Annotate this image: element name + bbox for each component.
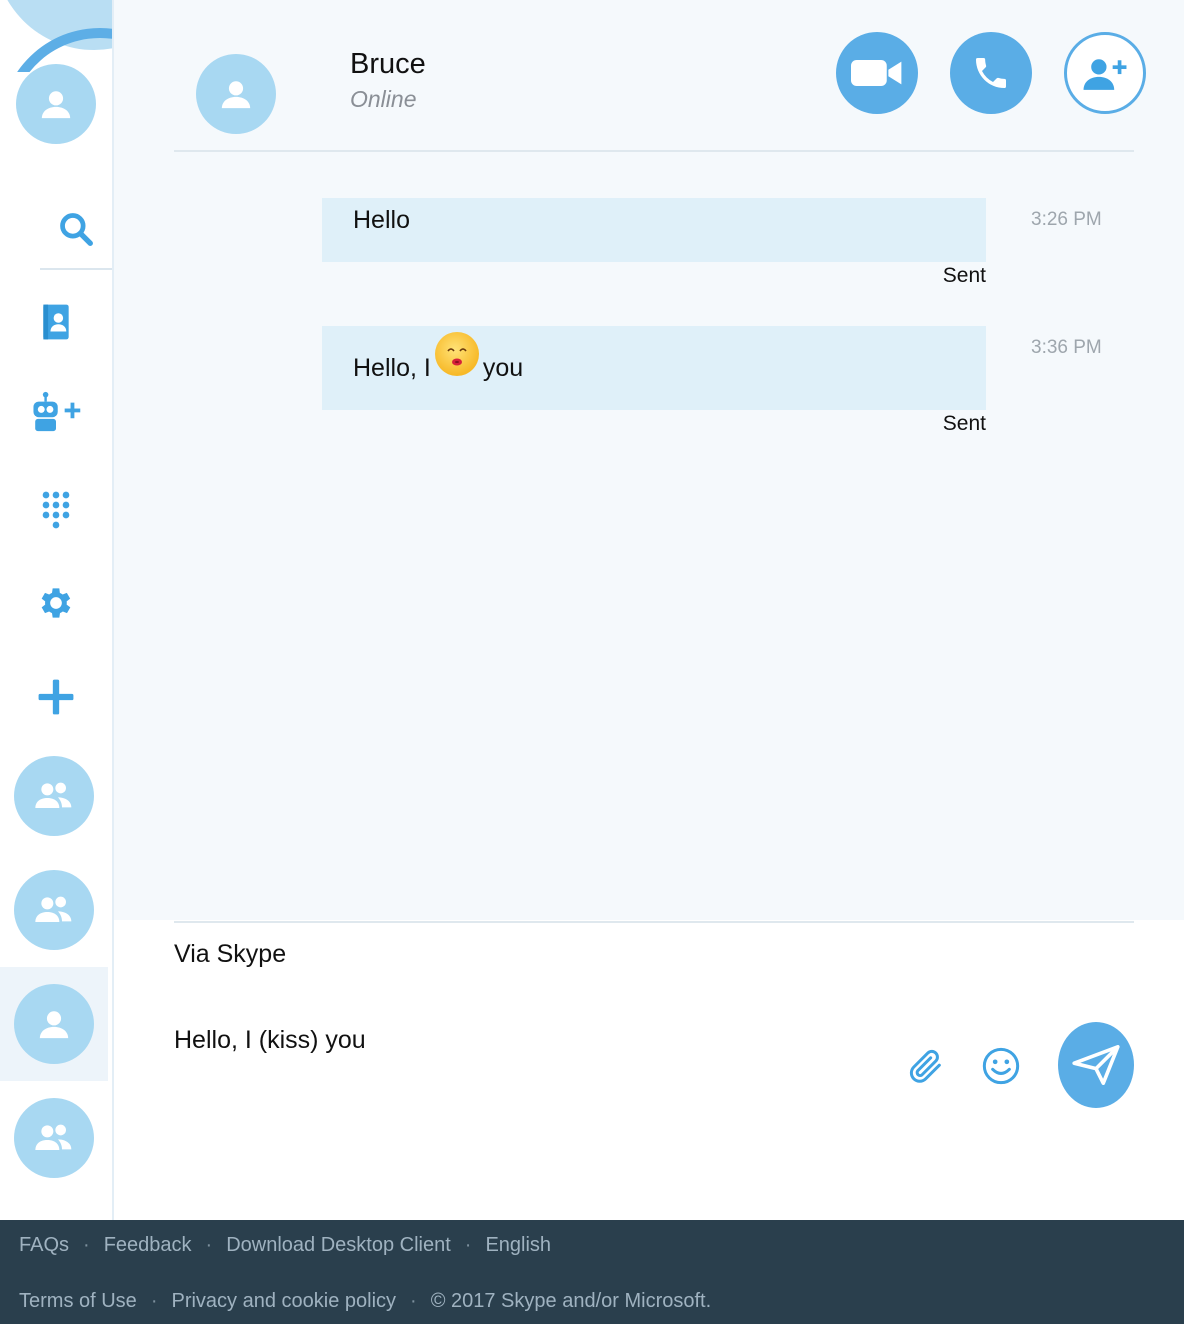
dialpad-icon xyxy=(42,491,70,529)
send-icon xyxy=(1072,1045,1120,1085)
message-text: you xyxy=(482,353,524,382)
compose-divider xyxy=(174,921,1134,923)
settings-button[interactable] xyxy=(20,575,92,631)
conversation-item-group-1[interactable] xyxy=(0,739,108,853)
profile-ring-decoration xyxy=(0,0,112,72)
via-label[interactable]: Via Skype xyxy=(174,940,286,969)
send-button[interactable] xyxy=(1058,1022,1134,1108)
group-icon xyxy=(35,1124,72,1150)
separator: · xyxy=(205,1234,213,1256)
group-icon xyxy=(35,896,72,922)
search-icon xyxy=(60,213,93,246)
add-bot-button[interactable] xyxy=(20,384,92,440)
footer: FAQs · Feedback · Download Desktop Clien… xyxy=(0,1220,1184,1324)
terms-of-use-link[interactable]: Terms of Use xyxy=(19,1290,137,1313)
feedback-link[interactable]: Feedback xyxy=(104,1234,192,1257)
add-person-icon xyxy=(1083,59,1127,90)
message-input[interactable] xyxy=(174,1020,874,1060)
search-button[interactable] xyxy=(40,190,112,270)
message-text: Hello, I xyxy=(353,353,431,382)
separator: · xyxy=(150,1290,158,1312)
add-participant-button[interactable] xyxy=(1064,32,1146,114)
app: Bruce Online Hello 3:26 PM Sent Hello, I xyxy=(0,0,1184,1324)
gear-icon xyxy=(41,588,71,618)
add-button[interactable] xyxy=(20,669,92,725)
phone-icon xyxy=(976,58,1006,88)
video-call-button[interactable] xyxy=(836,32,918,114)
message-time: 3:36 PM xyxy=(1031,337,1102,358)
conversation-item-bruce[interactable] xyxy=(0,967,108,1081)
paperclip-icon xyxy=(909,1049,941,1083)
kiss-emoji-icon xyxy=(434,332,479,376)
audio-call-button[interactable] xyxy=(950,32,1032,114)
separator: · xyxy=(83,1234,90,1256)
separator: · xyxy=(410,1290,417,1312)
footer-links-row-1: FAQs · Feedback · Download Desktop Clien… xyxy=(19,1234,551,1257)
download-desktop-client-link[interactable]: Download Desktop Client xyxy=(226,1234,451,1257)
conversation-item-group-2[interactable] xyxy=(0,853,108,967)
chat-header: Bruce Online xyxy=(174,0,1146,152)
chat-panel: Bruce Online Hello 3:26 PM Sent Hello, I xyxy=(114,0,1184,920)
smiley-icon xyxy=(982,1047,1020,1085)
message-bubble: Hello xyxy=(322,198,986,262)
footer-links-row-2: Terms of Use · Privacy and cookie policy… xyxy=(19,1290,711,1313)
contact-name: Bruce xyxy=(350,48,426,80)
person-icon xyxy=(221,81,251,109)
person-avatar xyxy=(14,984,94,1064)
privacy-policy-link[interactable]: Privacy and cookie policy xyxy=(171,1290,396,1313)
contacts-icon xyxy=(43,304,69,340)
message-text: Hello xyxy=(353,206,410,234)
message-status: Sent xyxy=(942,264,986,287)
sidebar xyxy=(0,0,114,1220)
group-avatar xyxy=(14,870,94,950)
group-avatar xyxy=(14,1098,94,1178)
faqs-link[interactable]: FAQs xyxy=(19,1234,69,1257)
person-icon xyxy=(41,91,71,119)
message-status: Sent xyxy=(942,412,986,435)
my-avatar[interactable] xyxy=(16,64,96,144)
contact-avatar[interactable] xyxy=(196,54,276,134)
conversation-item-group-3[interactable] xyxy=(0,1081,108,1195)
language-link[interactable]: English xyxy=(485,1234,551,1257)
video-camera-icon xyxy=(851,60,902,86)
group-icon xyxy=(35,782,72,808)
add-bot-icon xyxy=(33,391,81,432)
message-bubble: Hello, I you xyxy=(322,326,986,410)
copyright-text: © 2017 Skype and/or Microsoft. xyxy=(430,1290,712,1312)
person-icon xyxy=(39,1011,69,1039)
contacts-button[interactable] xyxy=(20,294,92,350)
contact-status: Online xyxy=(350,86,417,112)
separator: · xyxy=(464,1234,472,1256)
group-avatar xyxy=(14,756,94,836)
add-icon xyxy=(38,679,74,715)
message-time: 3:26 PM xyxy=(1031,209,1102,230)
attach-button[interactable] xyxy=(902,1042,950,1090)
emoji-button[interactable] xyxy=(977,1042,1025,1090)
dialpad-button[interactable] xyxy=(20,482,92,538)
